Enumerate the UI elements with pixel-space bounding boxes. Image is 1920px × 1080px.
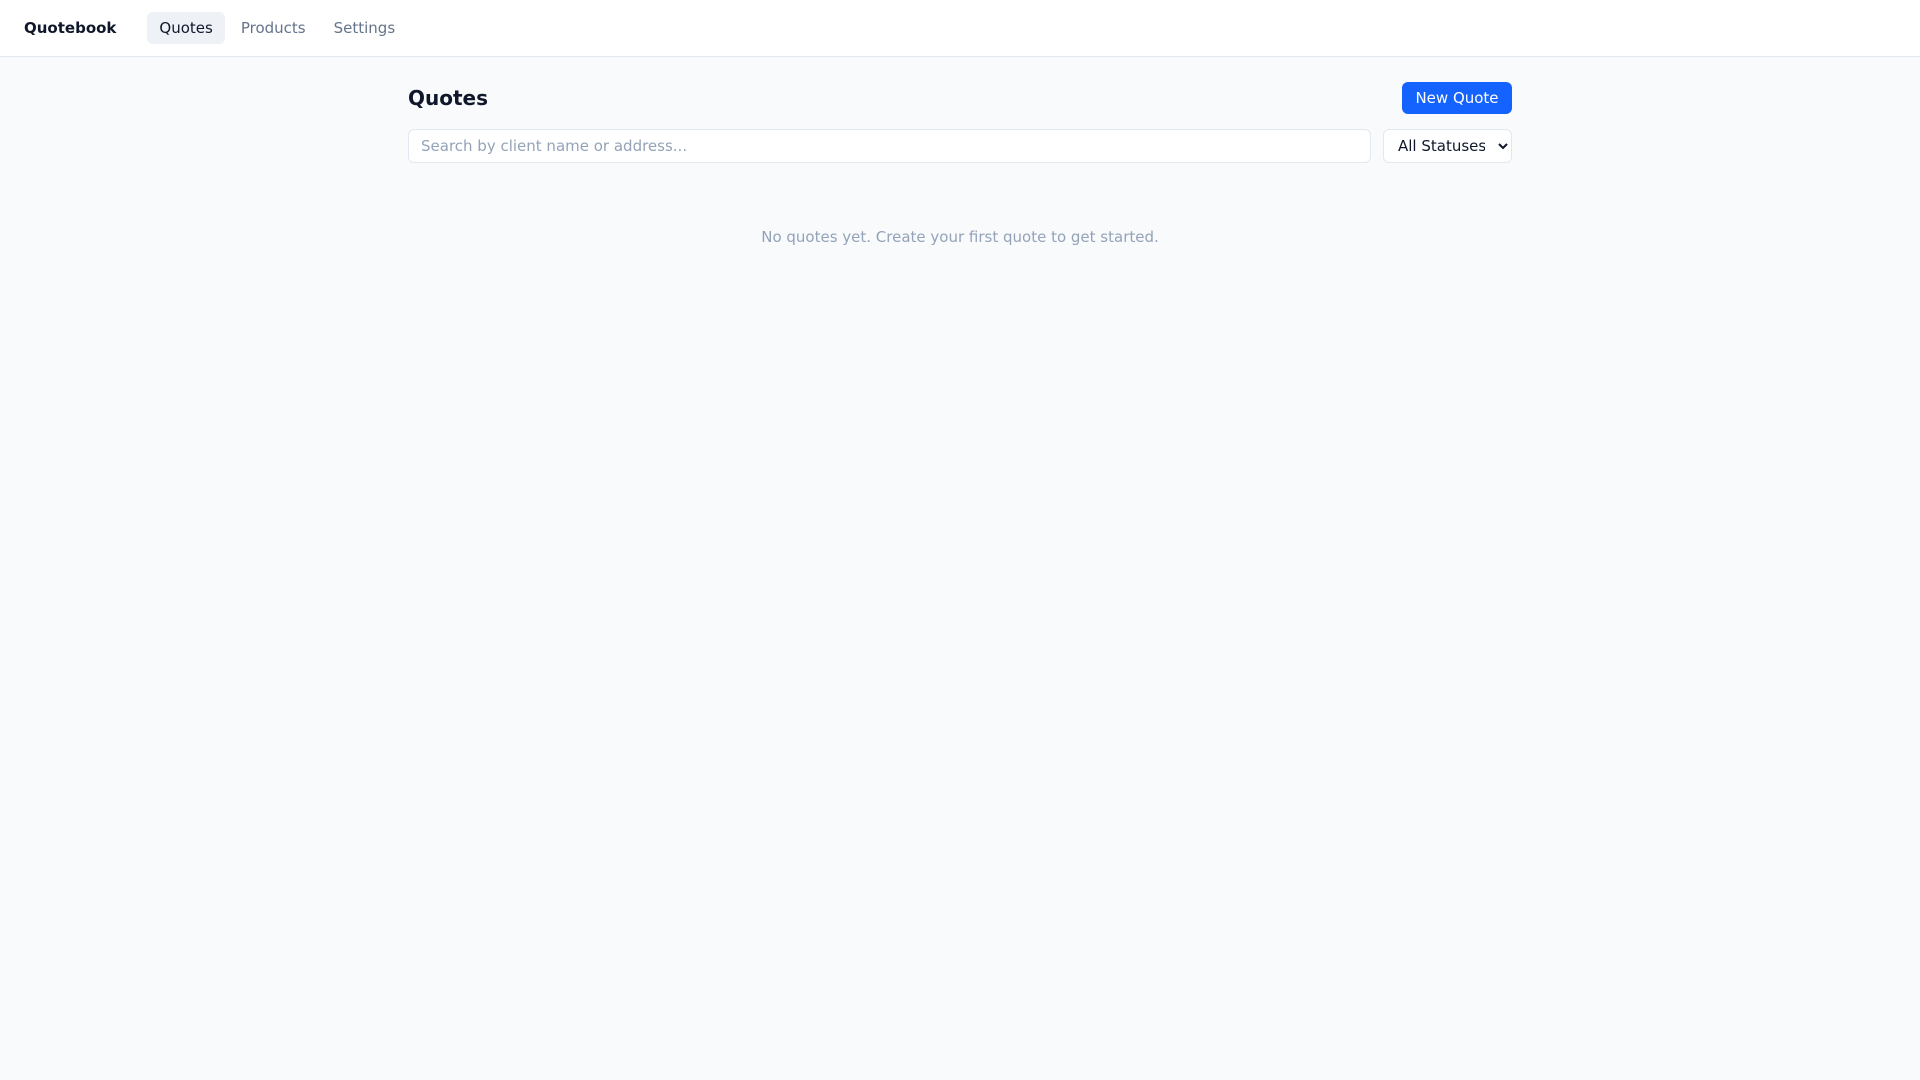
main-nav: Quotes Products Settings (147, 12, 407, 44)
empty-state-message: No quotes yet. Create your first quote t… (761, 228, 1159, 246)
page-title: Quotes (408, 85, 489, 110)
status-filter-select[interactable]: All Statuses (1383, 129, 1512, 163)
search-input[interactable] (408, 129, 1371, 163)
filter-bar: All Statuses (408, 129, 1512, 163)
nav-item-products[interactable]: Products (229, 12, 318, 44)
top-nav-bar: Quotebook Quotes Products Settings (0, 0, 1920, 57)
nav-item-settings[interactable]: Settings (322, 12, 408, 44)
new-quote-button[interactable]: New Quote (1402, 81, 1512, 114)
main-content: Quotes New Quote All Statuses No quotes … (408, 57, 1512, 246)
nav-item-quotes[interactable]: Quotes (147, 12, 225, 44)
page-header: Quotes New Quote (408, 81, 1512, 114)
app-logo[interactable]: Quotebook (24, 19, 116, 37)
